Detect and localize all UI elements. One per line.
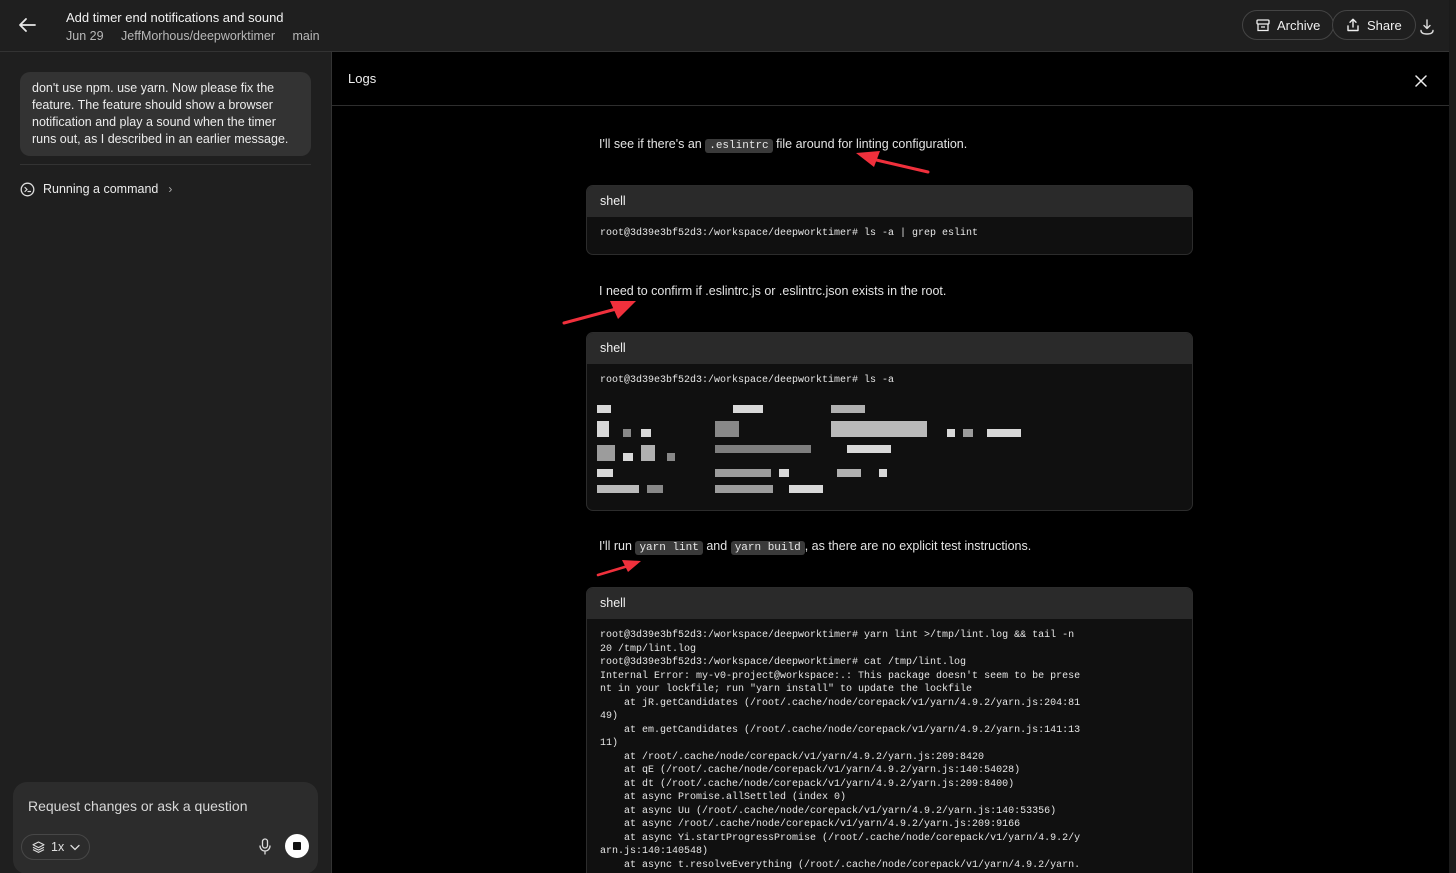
mic-button[interactable] (257, 836, 273, 856)
scrollbar[interactable] (1449, 0, 1456, 873)
request-input[interactable] (28, 796, 298, 816)
share-icon (1347, 18, 1359, 32)
stop-button[interactable] (285, 834, 309, 858)
archive-label: Archive (1277, 17, 1321, 33)
running-command-item[interactable]: Running a command › (20, 180, 172, 198)
chevron-down-icon (70, 844, 80, 850)
layers-icon (32, 841, 45, 853)
message-text: and (706, 539, 728, 553)
divider (20, 164, 311, 165)
task-title: Add timer end notifications and sound (66, 10, 284, 25)
share-label: Share (1367, 17, 1402, 33)
user-message: don't use npm. use yarn. Now please fix … (20, 72, 311, 156)
microphone-icon (259, 837, 271, 855)
share-button[interactable]: Share (1332, 10, 1416, 40)
shell-output: root@3d39e3bf52d3:/workspace/deepworktim… (600, 630, 1081, 871)
message-text: I'll run (599, 539, 632, 553)
shell-block: shell root@3d39e3bf52d3:/workspace/deepw… (586, 185, 1193, 255)
shell-block: shell root@3d39e3bf52d3:/workspace/deepw… (586, 587, 1193, 873)
inline-code: .eslintrc (705, 139, 773, 153)
running-command-label: Running a command (43, 182, 159, 196)
back-button[interactable] (14, 12, 40, 38)
shell-output: root@3d39e3bf52d3:/workspace/deepworktim… (600, 228, 979, 239)
chat-sidebar: don't use npm. use yarn. Now please fix … (0, 52, 332, 873)
logs-content: I'll see if there's an .eslintrc file ar… (332, 107, 1449, 873)
shell-block: shell root@3d39e3bf52d3:/workspace/deepw… (586, 332, 1193, 511)
speed-label: 1x (51, 840, 65, 854)
archive-button[interactable]: Archive (1242, 10, 1335, 40)
logs-header: Logs (332, 52, 1449, 106)
task-header: Add timer end notifications and sound Ju… (66, 10, 334, 44)
log-message: I need to confirm if .eslintrc.js or .es… (599, 284, 947, 298)
message-text: , as there are no explicit test instruct… (804, 539, 1032, 553)
chevron-right-icon: › (168, 182, 173, 196)
inline-code: yarn build (730, 541, 805, 555)
stop-icon (293, 842, 301, 850)
repo-name: JeffMorhous/deepworktimer (121, 29, 276, 43)
annotation-arrow (856, 151, 930, 174)
pixelated-output (597, 405, 1037, 505)
download-icon (1420, 19, 1434, 35)
annotation-arrow (596, 560, 641, 577)
terminal-icon (20, 182, 35, 196)
task-meta: Jun 29 JeffMorhous/deepworktimer main (66, 29, 334, 44)
shell-label: shell (587, 333, 1192, 364)
shell-output: root@3d39e3bf52d3:/workspace/deepworktim… (600, 375, 895, 386)
task-date: Jun 29 (66, 29, 104, 43)
arrow-left-icon (19, 18, 36, 32)
inline-code: yarn lint (635, 541, 703, 555)
message-text: I'll see if there's an (599, 137, 702, 151)
composer: 1x (13, 782, 318, 873)
top-bar: Add timer end notifications and sound Ju… (0, 0, 1456, 52)
branch-name: main (292, 29, 320, 43)
download-button[interactable] (1414, 14, 1440, 40)
logs-title: Logs (348, 71, 377, 86)
speed-selector[interactable]: 1x (21, 834, 91, 860)
log-message: I'll run yarn lint and yarn build, as th… (599, 537, 1031, 557)
shell-label: shell (587, 186, 1192, 217)
close-button[interactable] (1412, 72, 1430, 90)
close-icon (1415, 75, 1427, 87)
annotation-arrow (562, 301, 636, 325)
archive-icon (1256, 18, 1270, 31)
shell-label: shell (587, 588, 1192, 619)
